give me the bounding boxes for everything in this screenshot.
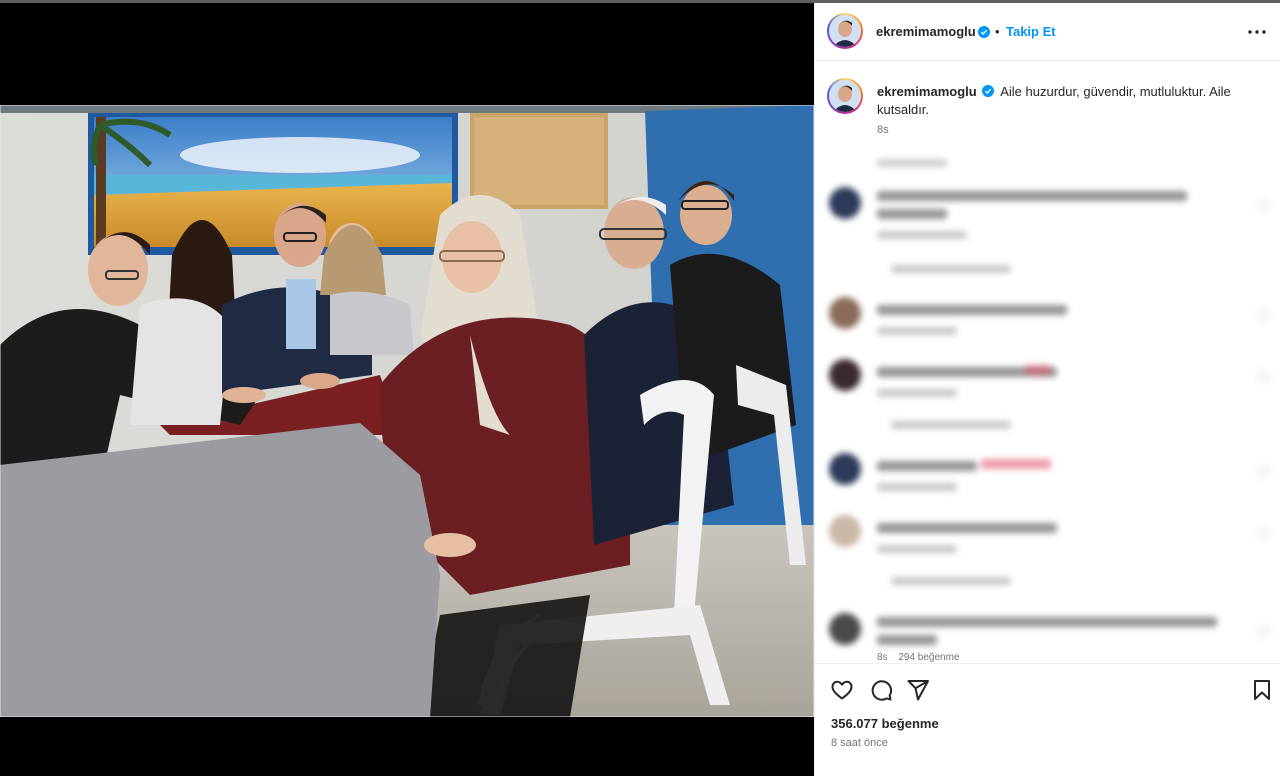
blurred-text	[877, 617, 1217, 627]
comment-like-icon[interactable]	[1257, 465, 1269, 477]
comment-like-icon[interactable]	[1257, 371, 1269, 383]
author-avatar[interactable]	[827, 13, 863, 49]
post-caption: ekremimamoglu Aile huzurdur, güvendir, m…	[877, 83, 1257, 119]
caption-username[interactable]: ekremimamoglu	[877, 84, 977, 99]
blurred-text	[891, 421, 1011, 429]
blurred-text	[891, 577, 1011, 585]
post-actions: 356.077 beğenme 8 saat önce	[815, 663, 1280, 777]
blurred-text	[877, 545, 957, 553]
comment-like-icon[interactable]	[1257, 199, 1269, 211]
verified-badge-icon	[978, 26, 990, 38]
comment-like-icon[interactable]	[1257, 625, 1269, 637]
blurred-text	[877, 231, 967, 239]
author-avatar-image	[829, 15, 861, 47]
comment-like-icon[interactable]	[1257, 309, 1269, 321]
post-media[interactable]	[0, 3, 814, 776]
comment-item[interactable]	[829, 297, 1269, 347]
blurred-text	[877, 461, 977, 471]
post-header: ekremimamoglu • Takip Et	[815, 3, 1280, 61]
peek-time: 8s	[877, 652, 888, 663]
header-separator: •	[995, 24, 1000, 39]
author-username[interactable]: ekremimamoglu	[876, 24, 976, 39]
caption-verified-badge-icon	[982, 85, 995, 97]
blurred-text	[891, 265, 1011, 273]
comment-avatar	[829, 359, 861, 391]
comment-avatar	[829, 297, 861, 329]
comment-item[interactable]	[829, 515, 1269, 595]
post-side-panel: ekremimamoglu • Takip Et ekremimamoglu A…	[814, 3, 1280, 776]
heart-icon[interactable]	[830, 678, 854, 702]
comments-list[interactable]	[815, 151, 1280, 663]
blurred-text	[877, 191, 1187, 201]
post-timestamp: 8 saat önce	[831, 737, 888, 749]
share-icon[interactable]	[906, 678, 930, 702]
comment-avatar	[829, 453, 861, 485]
follow-button[interactable]: Takip Et	[1006, 24, 1056, 39]
blurred-text	[877, 327, 957, 335]
blurred-text	[877, 389, 957, 397]
blurred-text	[877, 305, 1067, 315]
blurred-text	[981, 459, 1051, 469]
comment-peek-meta: 8s 294 beğenme	[877, 652, 960, 663]
blurred-text	[877, 635, 937, 645]
comment-avatar	[829, 187, 861, 219]
peek-likes[interactable]: 294 beğenme	[898, 652, 959, 663]
comment-avatar	[829, 515, 861, 547]
comment-avatar	[829, 613, 861, 645]
comment-item[interactable]	[829, 187, 1269, 273]
caption-timestamp: 8s	[877, 124, 889, 136]
blurred-text	[1025, 365, 1051, 375]
comment-item[interactable]	[829, 453, 1269, 503]
blurred-text	[877, 209, 947, 219]
family-photo	[0, 105, 814, 717]
bookmark-icon[interactable]	[1250, 678, 1274, 702]
more-options-icon[interactable]	[1245, 20, 1269, 44]
caption-author-avatar[interactable]	[827, 78, 863, 114]
blurred-text	[877, 159, 947, 167]
blurred-text	[877, 483, 957, 491]
comment-like-icon[interactable]	[1257, 527, 1269, 539]
comment-icon[interactable]	[869, 678, 893, 702]
likes-count[interactable]: 356.077 beğenme	[831, 716, 939, 731]
blurred-text	[877, 523, 1057, 533]
comment-item[interactable]	[829, 359, 1269, 439]
caption-avatar-image	[829, 80, 861, 112]
